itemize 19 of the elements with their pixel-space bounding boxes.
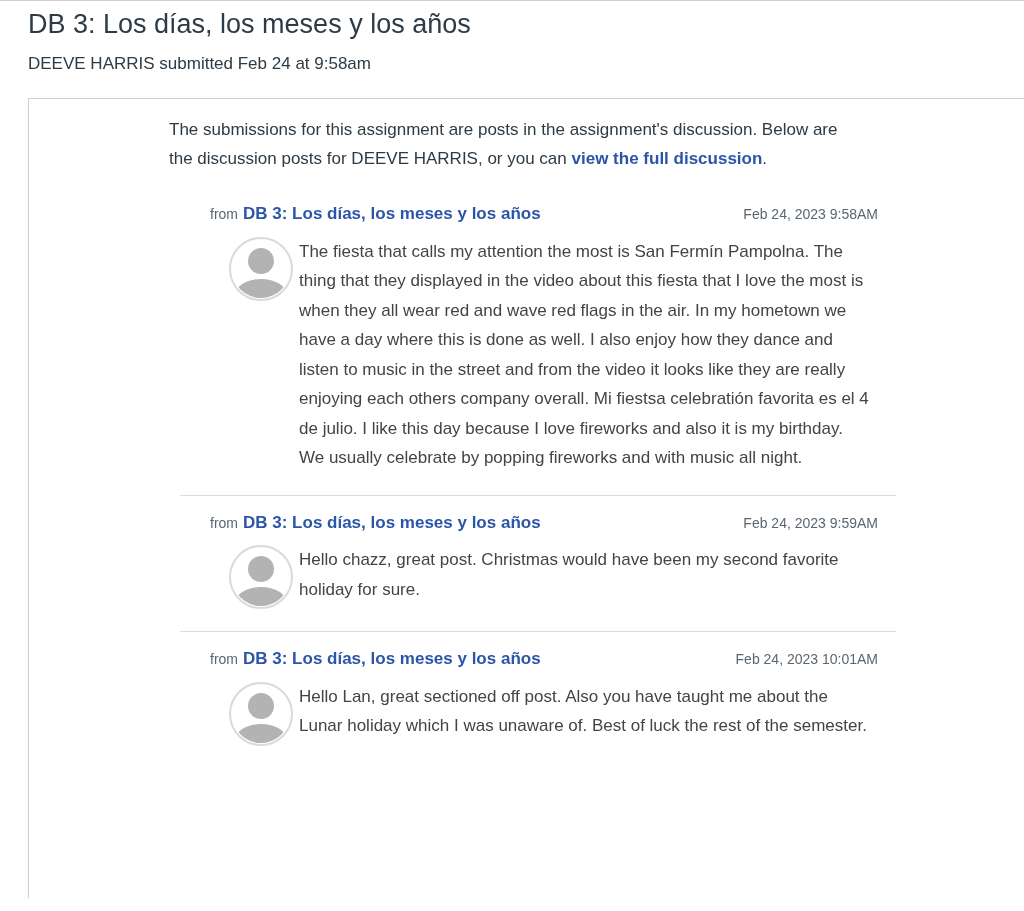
thread-link[interactable]: DB 3: Los días, los meses y los años bbox=[243, 509, 541, 535]
intro-text: The submissions for this assignment are posts in the assignment's discussion. Below are the discussion posts for DEEVE HARRIS, or you can view the full discussion. bbox=[169, 119, 839, 170]
post-date: Feb 24, 2023 9:58AM bbox=[743, 205, 878, 224]
avatar-icon bbox=[229, 681, 293, 746]
full-discussion-link[interactable]: view the full discussion bbox=[571, 149, 763, 168]
submission-info: DEEVE HARRIS submitted Feb 24 at 9:58am bbox=[28, 53, 372, 75]
post-body: Hello Lan, great sectioned off post. Also you have taught me about the Lunar holiday which I was unaware of. Best of luck the rest of the semester. bbox=[299, 685, 868, 737]
post-date: Feb 24, 2023 10:01AM bbox=[735, 650, 878, 669]
post-body: The fiesta that calls my attention the most is San Fermín Pampolna. The thing that they displayed in the video about this fiesta that I love the most is when they all wear red and wave red flags in the air. In my hometown we have a day where this is done as well. I also enjoy how they dance and listen to music in the street and from the video it looks like they are really enjoying each others company overall. Mi fiestsa celebratión favorita es el 4 de julio. I like this day because I love fireworks and also it is my birthday. We usually celebrate by popping fireworks and with music all night. bbox=[299, 240, 870, 469]
avatar-icon bbox=[229, 545, 293, 609]
post-date: Feb 24, 2023 9:59AM bbox=[743, 513, 878, 533]
post-body: Hello chazz, great post. Christmas would have been my second favorite holiday for sure. bbox=[299, 549, 840, 601]
from-label: from bbox=[210, 205, 238, 224]
thread-link[interactable]: DB 3: Los días, los meses y los años bbox=[243, 646, 541, 672]
from-label: from bbox=[210, 513, 238, 533]
page-title: DB 3: Los días, los meses y los años bbox=[28, 8, 472, 41]
thread-link[interactable]: DB 3: Los días, los meses y los años bbox=[243, 201, 541, 227]
avatar-icon bbox=[229, 236, 293, 301]
from-label: from bbox=[210, 650, 238, 669]
